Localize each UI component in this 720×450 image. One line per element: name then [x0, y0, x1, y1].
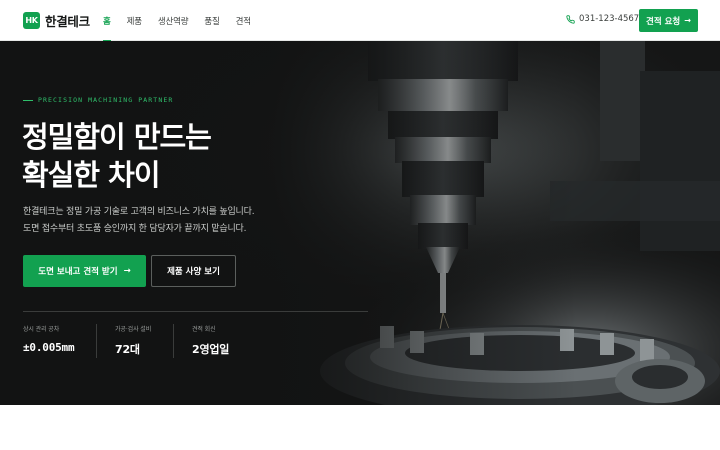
eyebrow-text: PRECISION MACHINING PARTNER	[38, 96, 174, 104]
nav-item-products[interactable]: 제품	[127, 0, 142, 41]
phone-icon	[566, 14, 575, 24]
brand-name: 한결테크	[45, 14, 90, 29]
phone-number: 031-123-4567	[579, 14, 640, 24]
nav-item-quote[interactable]: 견적	[236, 0, 251, 41]
main-nav: 홈 제품 생산역량 품질 견적	[103, 0, 267, 42]
arrow-right-icon: →	[123, 266, 131, 276]
eyebrow: PRECISION MACHINING PARTNER	[23, 96, 173, 104]
headline-line-1: 정밀함이 만드는	[22, 120, 212, 154]
stat-value: 2영업일	[192, 343, 230, 356]
headline-line-2: 확실한 차이	[22, 158, 160, 192]
eyebrow-line	[23, 99, 33, 101]
stat-label: 가공·검사 설비	[115, 326, 152, 333]
send-drawing-quote-label: 도면 보내고 견적 받기	[38, 267, 118, 277]
logo-mark: HK	[23, 12, 40, 29]
nav-item-capabilities[interactable]: 생산역량	[158, 0, 189, 41]
hero-description: 한결테크는 정밀 가공 기술로 고객의 비즈니스 가치를 높입니다. 도면 접수…	[23, 204, 255, 238]
stat-value: ±0.005mm	[23, 341, 75, 354]
nav-item-quality[interactable]: 품질	[204, 0, 219, 41]
stat-label: 상시 관리 공차	[23, 326, 60, 333]
stat-value: 72대	[115, 343, 140, 356]
nav-item-home[interactable]: 홈	[103, 0, 111, 42]
logo[interactable]: HK 한결테크	[23, 11, 90, 30]
send-drawing-quote-button[interactable]: 도면 보내고 견적 받기 →	[23, 255, 146, 287]
stat-quote-reply: 견적 회신 2영업일	[173, 324, 229, 358]
phone-link[interactable]: 031-123-4567	[566, 14, 639, 24]
hero-headline: 정밀함이 만드는 확실한 차이	[22, 118, 212, 194]
description-line-2: 도면 접수부터 초도품 승인까지 한 담당자가 끝까지 맡습니다.	[23, 224, 247, 234]
quote-request-label: 견적 요청	[646, 16, 681, 27]
page: HK 한결테크 홈 제품 생산역량 품질 견적 031-123-4567 견적 …	[0, 0, 720, 450]
stat-label: 견적 회신	[192, 326, 216, 333]
hero-section: PRECISION MACHINING PARTNER 정밀함이 만드는 확실한…	[0, 41, 720, 405]
view-specs-button[interactable]: 제품 사양 보기	[151, 255, 236, 287]
quote-request-button[interactable]: 견적 요청 →	[639, 9, 698, 32]
stat-equipment: 가공·검사 설비 72대	[96, 324, 151, 358]
stats-divider	[23, 311, 368, 312]
site-header: HK 한결테크 홈 제품 생산역량 품질 견적 031-123-4567 견적 …	[0, 0, 720, 42]
arrow-right-icon: →	[684, 16, 691, 25]
stat-tolerance: 상시 관리 공차 ±0.005mm	[23, 324, 75, 358]
view-specs-label: 제품 사양 보기	[167, 267, 220, 277]
description-line-1: 한결테크는 정밀 가공 기술로 고객의 비즈니스 가치를 높입니다.	[23, 207, 255, 217]
